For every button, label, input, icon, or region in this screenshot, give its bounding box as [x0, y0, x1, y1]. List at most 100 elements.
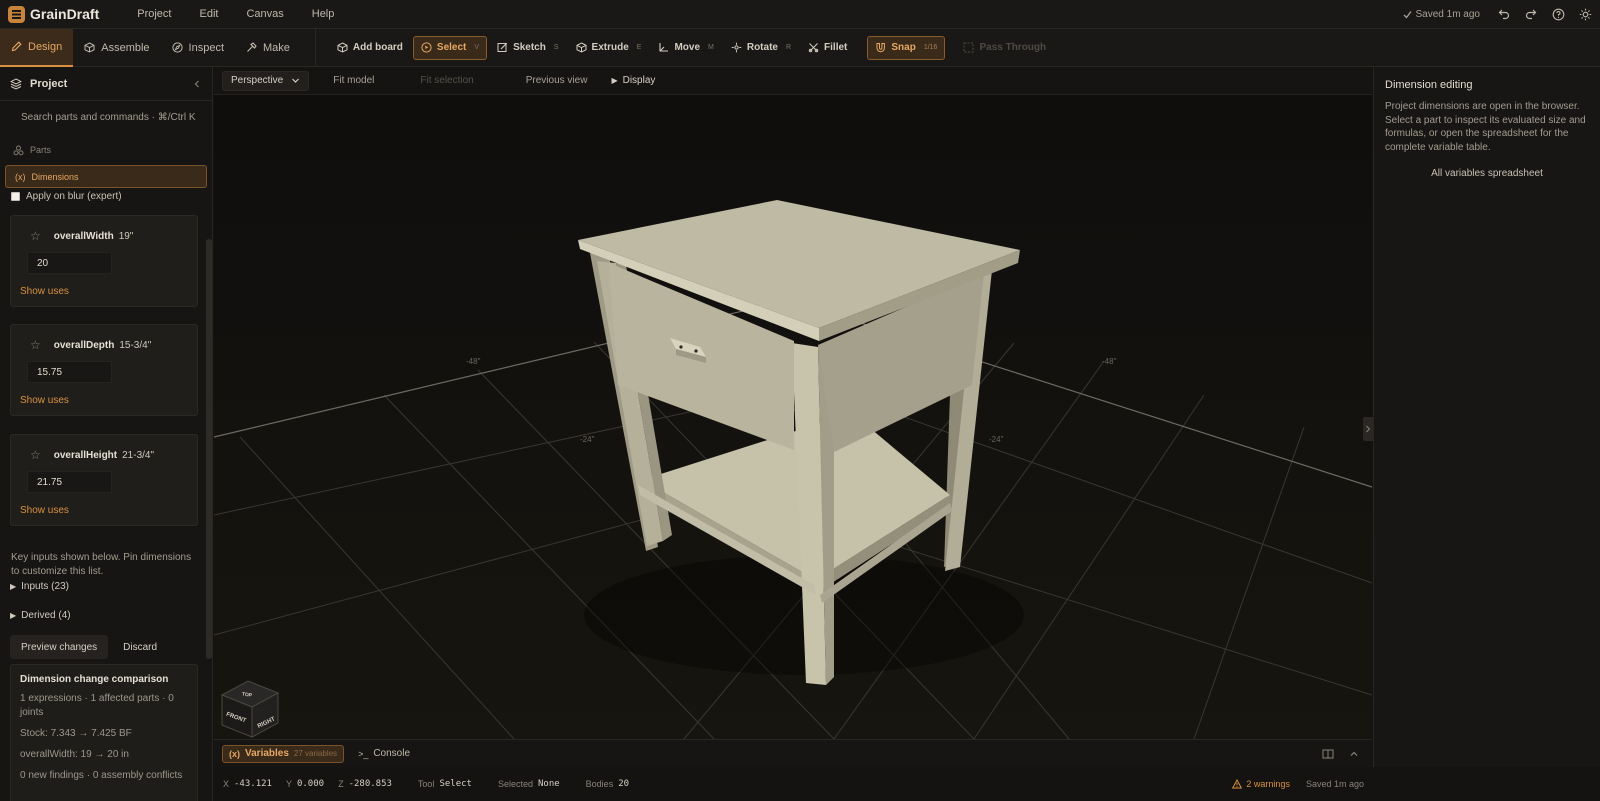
- cube-icon: [84, 42, 95, 53]
- undo-icon[interactable]: [1497, 7, 1511, 21]
- comparison-change: overallWidth: 19 → 20 in: [20, 749, 129, 760]
- select-tool-button[interactable]: Select V: [412, 35, 488, 60]
- sketch-tool-button[interactable]: Sketch S: [490, 36, 565, 60]
- rotate-tool-label: Rotate: [746, 42, 778, 53]
- menu-project[interactable]: Project: [123, 8, 185, 20]
- toolbar: Design Assemble Inspect Make Add board S…: [0, 28, 1600, 67]
- pencil-icon: [11, 41, 22, 52]
- fillet-tool-label: Fillet: [824, 42, 848, 53]
- move-icon: [659, 43, 669, 52]
- parts-icon: [13, 145, 24, 155]
- extrude-tool-button[interactable]: Extrude E: [569, 36, 649, 60]
- saved-status-text: Saved 1m ago: [1415, 8, 1481, 20]
- move-tool-label: Move: [674, 42, 700, 53]
- comparison-summary: 1 expressions · 1 affected parts · 0 joi…: [20, 693, 174, 718]
- grid-label: -24": [580, 435, 595, 444]
- tab-inspect[interactable]: Inspect: [161, 29, 235, 67]
- status-selected-label: Selected: [497, 779, 533, 789]
- apply-on-blur-row[interactable]: Apply on blur (expert): [0, 188, 212, 205]
- discard-button[interactable]: Discard: [112, 635, 168, 659]
- app-logo-icon: [8, 5, 25, 23]
- console-label: Console: [373, 748, 411, 759]
- status-x-label: X: [223, 779, 230, 789]
- scene-svg[interactable]: -48" -48" -24" -24": [214, 95, 1372, 739]
- nightstand-model[interactable]: [578, 200, 1024, 685]
- parts-section[interactable]: Parts: [0, 135, 212, 165]
- pin-star-icon[interactable]: ☆: [30, 338, 41, 352]
- dimension-input[interactable]: 21.75: [27, 471, 112, 493]
- projection-select[interactable]: Perspective: [222, 70, 310, 91]
- extrude-icon: [576, 42, 587, 53]
- show-uses-link[interactable]: Show uses: [20, 286, 197, 297]
- panel-scrollbar[interactable]: [206, 239, 212, 659]
- show-uses-link[interactable]: Show uses: [20, 395, 197, 406]
- grid-label: -24": [989, 435, 1004, 444]
- dimension-card: ☆ overallWidth 19" 20 Show uses: [10, 215, 198, 307]
- status-selected-value: None: [537, 779, 560, 789]
- pass-through-button[interactable]: Pass Through: [956, 36, 1053, 60]
- dimension-input[interactable]: 15.75: [27, 361, 112, 383]
- chevron-right-icon: [1366, 425, 1371, 433]
- tab-assemble[interactable]: Assemble: [73, 29, 160, 67]
- menu-edit[interactable]: Edit: [185, 8, 232, 20]
- move-tool-shortcut: M: [708, 44, 714, 51]
- all-variables-spreadsheet-link[interactable]: All variables spreadsheet: [1385, 168, 1589, 179]
- comparison-card: Dimension change comparison 1 expression…: [10, 664, 198, 801]
- menu-canvas[interactable]: Canvas: [232, 8, 297, 20]
- status-bodies: Bodies 20: [586, 779, 629, 789]
- help-icon[interactable]: [1551, 7, 1565, 21]
- tab-design[interactable]: Design: [0, 28, 74, 67]
- chevron-down-icon: [292, 78, 300, 83]
- chevron-up-icon[interactable]: [1348, 748, 1360, 760]
- pin-star-icon[interactable]: ☆: [30, 448, 41, 462]
- move-tool-button[interactable]: Move M: [651, 36, 720, 60]
- view-cube[interactable]: TOP FRONT RIGHT: [216, 675, 284, 739]
- pin-hint-text: Key inputs shown below. Pin dimensions t…: [11, 552, 192, 577]
- status-saved: Saved 1m ago: [1305, 779, 1364, 789]
- snap-toggle[interactable]: Snap 1/16: [867, 35, 946, 60]
- menu-help[interactable]: Help: [298, 8, 349, 20]
- theme-sun-icon[interactable]: [1578, 7, 1592, 21]
- fit-model-button[interactable]: Fit model: [333, 75, 374, 86]
- book-icon[interactable]: [1322, 748, 1334, 760]
- right-panel-toggle[interactable]: [1363, 417, 1373, 441]
- triangle-right-icon: ▶: [10, 611, 17, 620]
- rotate-tool-button[interactable]: Rotate R: [724, 36, 798, 60]
- show-uses-link[interactable]: Show uses: [20, 505, 197, 516]
- variable-icon: (x): [15, 171, 26, 182]
- dimension-input[interactable]: 20: [27, 252, 112, 274]
- add-board-label: Add board: [352, 42, 403, 53]
- previous-view-button[interactable]: Previous view: [526, 75, 588, 86]
- add-board-button[interactable]: Add board: [330, 36, 410, 60]
- comparison-title: Dimension change comparison: [20, 674, 169, 685]
- variable-icon: (x): [229, 748, 240, 759]
- rotate-tool-shortcut: R: [785, 44, 792, 51]
- apply-on-blur-checkbox[interactable]: [11, 192, 20, 201]
- dimensions-nav-item[interactable]: (x) Dimensions: [5, 165, 207, 188]
- grid-label: -48": [1102, 357, 1117, 366]
- collapse-panel-icon[interactable]: [192, 79, 202, 89]
- warnings-indicator[interactable]: 2 warnings: [1232, 779, 1290, 789]
- display-menu-button[interactable]: ▶ Display: [611, 75, 655, 86]
- right-panel: Dimension editing Project dimensions are…: [1373, 67, 1600, 801]
- fit-selection-button[interactable]: Fit selection: [420, 75, 473, 86]
- 3d-viewport[interactable]: -48" -48" -24" -24" TOP FRONT RIGHT: [214, 95, 1372, 739]
- tab-make-label: Make: [263, 41, 290, 54]
- tab-console[interactable]: >_ Console: [352, 745, 416, 763]
- tab-variables[interactable]: (x) Variables 27 variables: [222, 744, 345, 763]
- tab-make[interactable]: Make: [235, 29, 301, 67]
- fillet-tool-button[interactable]: Fillet: [801, 36, 854, 60]
- warning-triangle-icon: [1232, 779, 1243, 789]
- command-search-input[interactable]: Search parts and commands · ⌘/Ctrl K: [0, 101, 212, 133]
- status-z: Z -280.853: [338, 779, 392, 789]
- magnet-icon: [876, 43, 886, 53]
- status-tool: Tool Select: [418, 779, 472, 789]
- derived-expander[interactable]: ▶ Derived (4): [10, 610, 71, 621]
- tab-inspect-label: Inspect: [188, 41, 225, 54]
- redo-icon[interactable]: [1524, 7, 1538, 21]
- select-tool-label: Select: [436, 42, 467, 53]
- preview-changes-button[interactable]: Preview changes: [10, 635, 109, 659]
- tab-assemble-label: Assemble: [101, 41, 150, 54]
- inputs-expander[interactable]: ▶ Inputs (23): [10, 581, 69, 592]
- pin-star-icon[interactable]: ☆: [30, 229, 41, 243]
